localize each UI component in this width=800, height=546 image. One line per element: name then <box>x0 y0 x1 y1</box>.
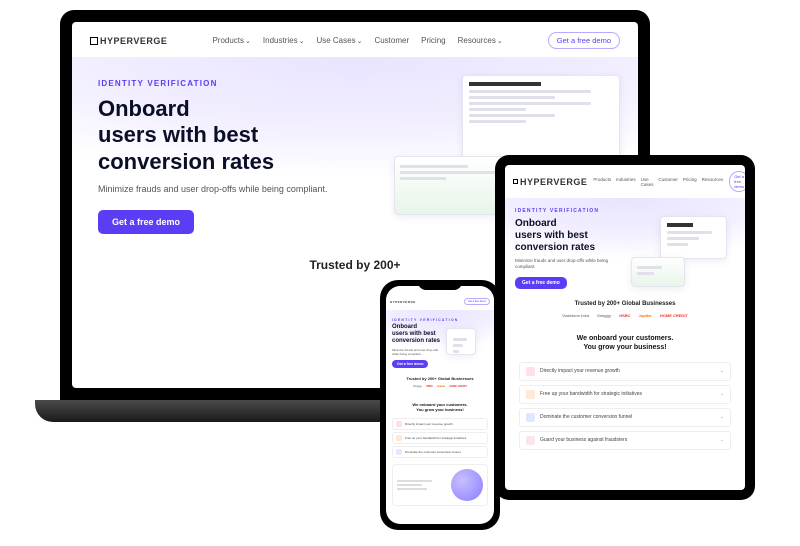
brand-logo[interactable]: HYPERVERGE <box>90 36 167 46</box>
phone-notch <box>418 280 462 290</box>
feature-item[interactable]: Free up your bandwidth for strategic ini… <box>392 432 488 444</box>
partner-logo: Jupiter <box>639 313 652 318</box>
nav-customer[interactable]: Customer <box>374 36 409 45</box>
partner-logos: Vodafone Idea Swiggy HSBC Jupiter HOME C… <box>505 311 745 328</box>
top-nav: HYPERVERGE Products Industries Use Cases… <box>505 165 745 198</box>
feature-icon <box>526 436 535 445</box>
feature-item[interactable]: Dominate the customer conversion funnel⌄ <box>519 408 731 427</box>
hero-sub: Minimize frauds and user drop-offs while… <box>98 183 365 196</box>
hero-eyebrow: IDENTITY VERIFICATION <box>515 208 735 214</box>
chevron-down-icon: ⌄ <box>720 437 724 443</box>
chevron-down-icon: ⌄ <box>720 391 724 397</box>
nav-resources[interactable]: Resources <box>702 177 724 187</box>
partner-logo: Vodafone Idea <box>562 313 589 318</box>
partner-logo: Swiggy <box>597 313 611 318</box>
onboard-heading: We onboard your customers.You grow your … <box>386 398 494 416</box>
phone-page: HYPERVERGE Get a free demo IDENTITY VERI… <box>386 286 494 524</box>
nav-demo-button[interactable]: Get a free demo <box>464 298 490 305</box>
feature-icon <box>396 421 402 427</box>
brand-text: HYPERVERGE <box>100 36 167 46</box>
partner-logo: HSBC <box>619 313 630 318</box>
nav-industries[interactable]: Industries <box>263 36 305 45</box>
hero-mock-cards <box>631 216 727 287</box>
partner-logos: Swiggy HSBC Jupiter HOME CREDIT <box>386 383 494 398</box>
feature-icon <box>396 449 402 455</box>
partner-logo: HSBC <box>426 385 433 388</box>
nav-industries[interactable]: Industries <box>616 177 636 187</box>
nav-demo-button[interactable]: Get a free demo <box>729 171 745 192</box>
feature-item[interactable]: Directly impact your revenue growth⌄ <box>519 362 731 381</box>
globe-card <box>392 464 488 506</box>
tablet-device: HYPERVERGE Products Industries Use Cases… <box>495 155 755 500</box>
partner-logo: Jupiter <box>437 385 445 388</box>
tablet-page: HYPERVERGE Products Industries Use Cases… <box>505 165 745 490</box>
feature-list: Directly impact your revenue growth⌄ Fre… <box>505 358 745 454</box>
nav-products[interactable]: Products <box>212 36 250 45</box>
nav-pricing[interactable]: Pricing <box>421 36 445 45</box>
feature-item[interactable]: Directly impact your revenue growth <box>392 418 488 430</box>
nav-products[interactable]: Products <box>593 177 611 187</box>
feature-item[interactable]: Dominate the customer conversion funnel <box>392 446 488 458</box>
partner-logo: HOME CREDIT <box>449 385 467 388</box>
hero-headline: Onboard users with best conversion rates <box>98 96 386 175</box>
partner-logo: Swiggy <box>413 385 422 388</box>
feature-list: Directly impact your revenue growth Free… <box>386 416 494 460</box>
brand-logo[interactable]: HYPERVERGE <box>390 300 416 304</box>
hero-mock-cards <box>433 328 476 374</box>
feature-item[interactable]: Guard your business against fraudsters⌄ <box>519 431 731 450</box>
nav-usecases[interactable]: Use Cases <box>641 177 654 187</box>
nav-demo-button[interactable]: Get a free demo <box>548 32 620 49</box>
hero-cta-button[interactable]: Get a free demo <box>392 360 428 368</box>
hero-cta-button[interactable]: Get a free demo <box>98 210 194 234</box>
chevron-down-icon: ⌄ <box>720 414 724 420</box>
hero: IDENTITY VERIFICATION Onboardusers with … <box>505 198 745 293</box>
hero-eyebrow: IDENTITY VERIFICATION <box>392 318 488 322</box>
brand-logo[interactable]: HYPERVERGE <box>513 177 587 187</box>
feature-icon <box>396 435 402 441</box>
trusted-heading: Trusted by 200+ Global Businesses <box>505 293 745 311</box>
feature-icon <box>526 413 535 422</box>
nav-customer[interactable]: Customer <box>658 177 678 187</box>
globe-icon <box>451 469 483 501</box>
partner-logo: HOME CREDIT <box>660 313 688 318</box>
nav-pricing[interactable]: Pricing <box>683 177 697 187</box>
hero: IDENTITY VERIFICATION Onboardusers with … <box>386 310 494 371</box>
chevron-down-icon: ⌄ <box>720 368 724 374</box>
onboard-heading: We onboard your customers.You grow your … <box>505 328 745 358</box>
feature-item[interactable]: Free up your bandwidth for strategic ini… <box>519 385 731 404</box>
nav-usecases[interactable]: Use Cases <box>316 36 362 45</box>
top-nav: HYPERVERGE Products Industries Use Cases… <box>72 22 638 57</box>
hero-sub: Minimize frauds and user drop-offs while… <box>515 258 629 271</box>
nav-resources[interactable]: Resources <box>458 36 503 45</box>
hero-headline: Onboardusers with bestconversion rates <box>515 218 636 254</box>
feature-icon <box>526 390 535 399</box>
phone-device: HYPERVERGE Get a free demo IDENTITY VERI… <box>380 280 500 530</box>
feature-icon <box>526 367 535 376</box>
mock-card <box>462 75 620 159</box>
hero-cta-button[interactable]: Get a free demo <box>515 277 567 289</box>
